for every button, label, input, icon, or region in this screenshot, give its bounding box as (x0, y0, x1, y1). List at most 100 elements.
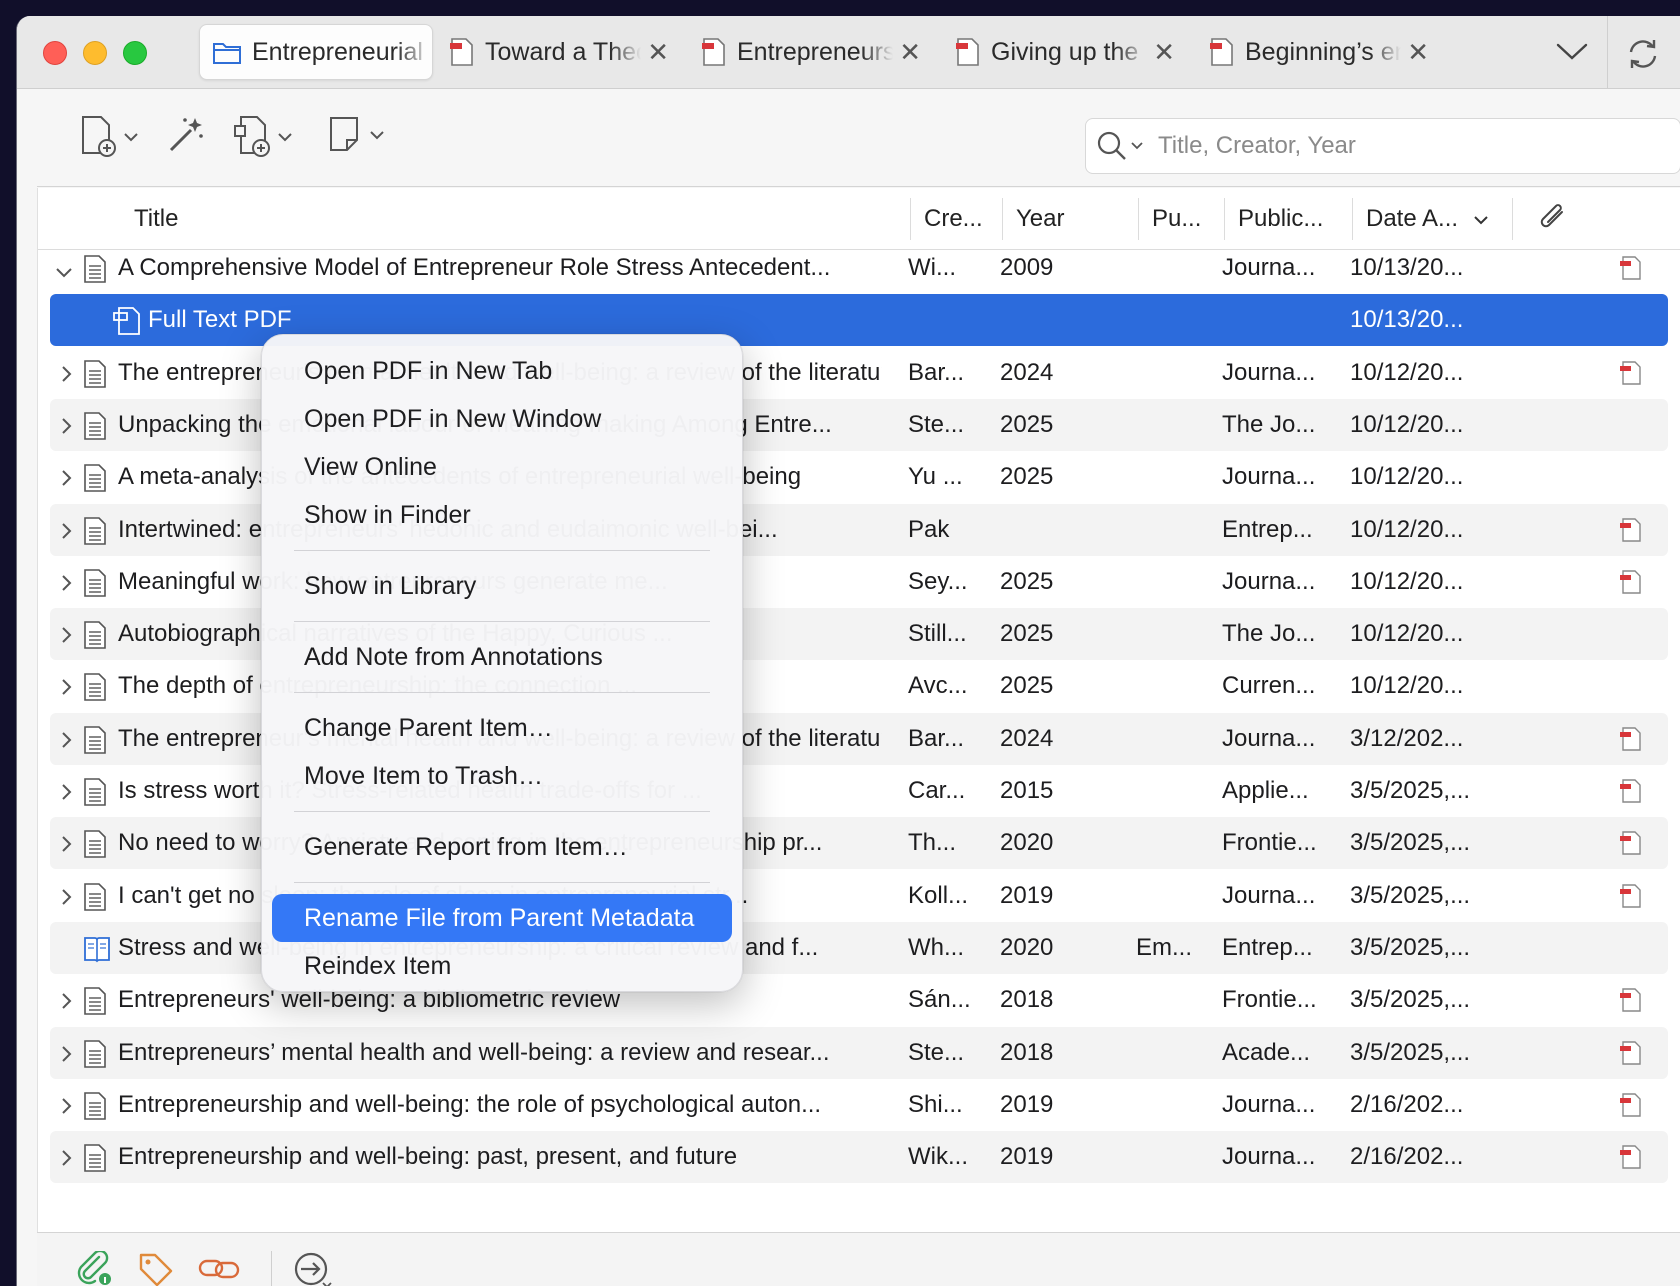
twisty-collapsed-icon[interactable] (58, 572, 74, 600)
add-by-identifier-button[interactable] (165, 114, 207, 161)
pdf-attachment-indicator-icon[interactable] (1618, 1092, 1644, 1125)
twisty-collapsed-icon[interactable] (58, 781, 74, 809)
twisty-collapsed-icon[interactable] (58, 833, 74, 861)
pdf-icon (701, 37, 727, 67)
journal-article-icon (82, 777, 108, 814)
tab-label: Entrepreneurial (252, 37, 423, 66)
menu-item-open-pdf-in-new-window[interactable]: Open PDF in New Window (272, 395, 732, 443)
column-header-publisher[interactable]: Pu... (1152, 188, 1201, 250)
tab-reader-3[interactable]: Giving up the ✕ (943, 24, 1187, 80)
twisty-collapsed-icon[interactable] (58, 415, 74, 443)
twisty-collapsed-icon[interactable] (58, 520, 74, 548)
column-header-year[interactable]: Year (1016, 188, 1065, 250)
sync-icon[interactable] (1625, 36, 1661, 77)
twisty-collapsed-icon[interactable] (58, 729, 74, 757)
column-header-date-added[interactable]: Date A... (1366, 188, 1489, 250)
twisty-collapsed-icon[interactable] (58, 886, 74, 914)
cell-publication: Journa... (1222, 358, 1316, 386)
tab-close-icon[interactable]: ✕ (1407, 37, 1429, 68)
new-item-button[interactable] (79, 114, 139, 163)
column-divider[interactable] (1138, 198, 1139, 240)
menu-item-view-online[interactable]: View Online (272, 443, 732, 491)
item-pane-bottom-bar (37, 1232, 1680, 1286)
column-divider[interactable] (1512, 198, 1513, 240)
window-close-button[interactable] (43, 41, 67, 65)
twisty-collapsed-icon[interactable] (58, 467, 74, 495)
column-divider[interactable] (1002, 198, 1003, 240)
menu-item-show-in-library[interactable]: Show in Library (272, 562, 732, 610)
cell-year: 2024 (1000, 724, 1054, 752)
menu-item-rename-file-from-parent-metadata[interactable]: Rename File from Parent Metadata (272, 894, 732, 942)
menu-item-change-parent-item[interactable]: Change Parent Item… (272, 704, 732, 752)
cell-publication: Entrep... (1222, 515, 1313, 543)
cell-date: 10/12/20... (1350, 672, 1464, 700)
pdf-attachment-indicator-icon[interactable] (1618, 830, 1644, 863)
column-header-title[interactable]: Title (134, 188, 178, 250)
search-input[interactable] (1158, 132, 1628, 160)
new-note-button[interactable] (327, 114, 385, 159)
twisty-collapsed-icon[interactable] (58, 990, 74, 1018)
pdf-attachment-indicator-icon[interactable] (1618, 778, 1644, 811)
related-items-icon[interactable] (197, 1251, 241, 1286)
pdf-attachment-indicator-icon[interactable] (1618, 883, 1644, 916)
attachment-add-icon (231, 114, 273, 163)
cell-publication: Journa... (1222, 463, 1316, 491)
column-header-creator[interactable]: Cre... (924, 188, 983, 250)
menu-item-show-in-finder[interactable]: Show in Finder (272, 491, 732, 539)
table-row[interactable]: Entrepreneurship and well-being: the rol… (50, 1079, 1668, 1131)
menu-item-reindex-item[interactable]: Reindex Item (272, 942, 732, 990)
new-attachment-button[interactable] (231, 114, 293, 163)
tab-library[interactable]: Entrepreneurial (199, 24, 433, 80)
pdf-attachment-indicator-icon[interactable] (1618, 569, 1644, 602)
twisty-collapsed-icon[interactable] (58, 1147, 74, 1175)
tab-close-icon[interactable]: ✕ (647, 37, 669, 68)
twisty-collapsed-icon[interactable] (58, 676, 74, 704)
column-divider[interactable] (910, 198, 911, 240)
twisty-collapsed-icon[interactable] (58, 624, 74, 652)
pdf-attachment-indicator-icon[interactable] (1618, 1040, 1644, 1073)
twisty-collapsed-icon[interactable] (58, 363, 74, 391)
twisty-expanded-icon[interactable] (54, 260, 74, 288)
cell-publication: Acade... (1222, 1038, 1311, 1066)
locate-arrow-icon[interactable] (293, 1251, 335, 1286)
cell-publisher (1136, 242, 1206, 294)
attachments-info-icon[interactable] (73, 1249, 113, 1286)
tabs-overflow-chevron-icon[interactable] (1555, 36, 1589, 71)
tab-close-icon[interactable]: ✕ (1153, 37, 1175, 68)
column-divider[interactable] (1352, 198, 1353, 240)
cell-publisher (1136, 451, 1206, 503)
table-row[interactable]: Entrepreneurship and well-being: past, p… (50, 1131, 1668, 1184)
menu-item-generate-report-from-item[interactable]: Generate Report from Item… (272, 823, 732, 871)
cell-publisher: Em... (1136, 933, 1193, 961)
pdf-attachment-indicator-icon[interactable] (1618, 360, 1644, 393)
pdf-attachment-indicator-icon[interactable] (1618, 726, 1644, 759)
cell-date: 3/5/2025,... (1350, 1038, 1471, 1066)
menu-item-open-pdf-in-new-tab[interactable]: Open PDF in New Tab (272, 347, 732, 395)
pdf-attachment-indicator-icon[interactable] (1618, 517, 1644, 550)
pdf-attachment-indicator-icon[interactable] (1618, 987, 1644, 1020)
pdf-attachment-indicator-icon[interactable] (1618, 255, 1644, 288)
search-field[interactable] (1085, 118, 1680, 174)
table-row[interactable]: Entrepreneurs’ mental health and well-be… (50, 1026, 1668, 1079)
search-icon[interactable] (1096, 130, 1144, 162)
pdf-attachment-icon (112, 306, 142, 343)
tab-reader-4[interactable]: Beginning’s end ✕ (1197, 24, 1441, 80)
twisty-collapsed-icon[interactable] (58, 1095, 74, 1123)
column-divider[interactable] (1224, 198, 1225, 240)
twisty-collapsed-icon[interactable] (58, 1043, 74, 1071)
tab-label: Beginning’s end (1245, 37, 1401, 66)
titlebar-divider (1607, 16, 1608, 89)
table-row[interactable]: A Comprehensive Model of Entrepreneur Ro… (50, 242, 1668, 294)
column-header-attachments[interactable] (1536, 204, 1568, 234)
tab-label: Giving up the (991, 37, 1139, 66)
column-header-publication[interactable]: Public... (1238, 188, 1323, 250)
window-zoom-button[interactable] (123, 41, 147, 65)
tag-icon[interactable] (137, 1251, 175, 1286)
window-minimize-button[interactable] (83, 41, 107, 65)
tab-close-icon[interactable]: ✕ (899, 37, 921, 68)
pdf-attachment-indicator-icon[interactable] (1618, 1144, 1644, 1177)
menu-item-move-item-to-trash[interactable]: Move Item to Trash… (272, 752, 732, 800)
tab-reader-1[interactable]: Toward a Theory ✕ (437, 24, 681, 80)
tab-reader-2[interactable]: Entrepreneurship ✕ (689, 24, 933, 80)
menu-item-add-note-from-annotations[interactable]: Add Note from Annotations (272, 633, 732, 681)
